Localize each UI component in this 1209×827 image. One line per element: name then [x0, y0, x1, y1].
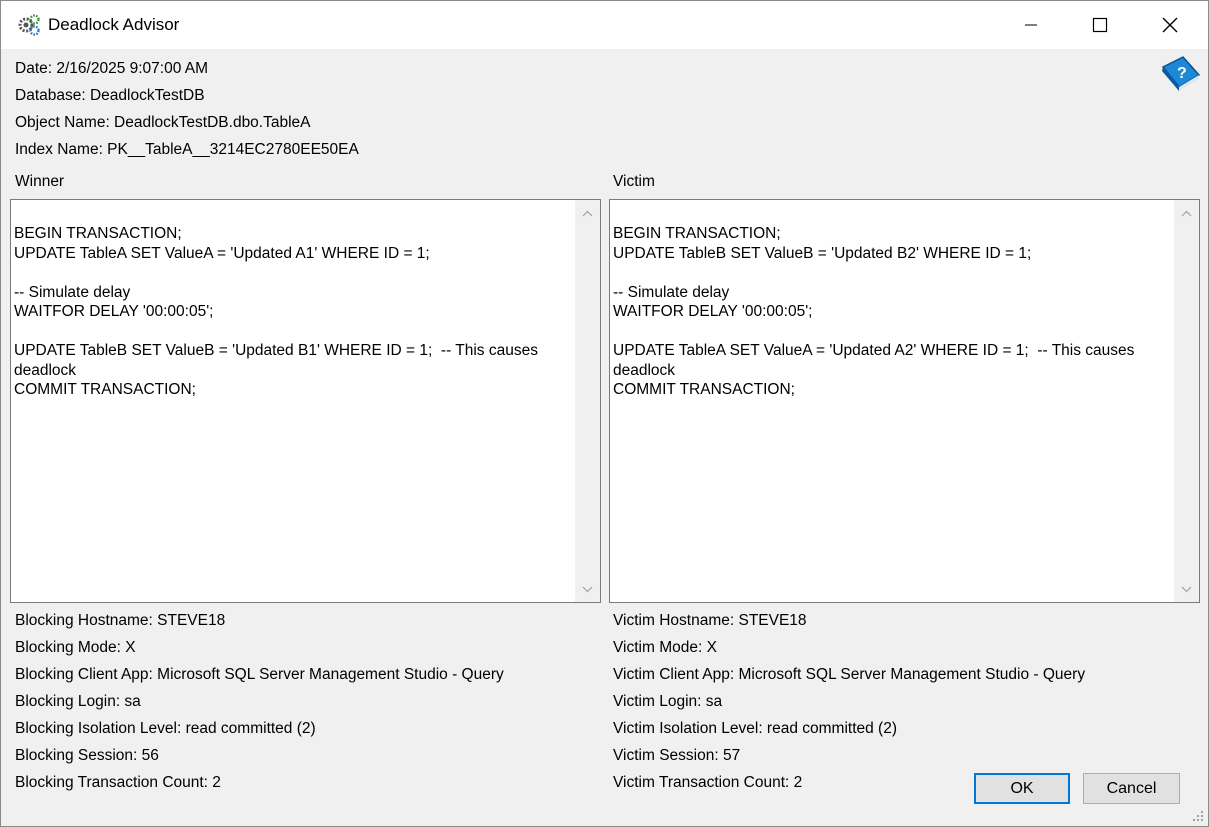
victim-session-label: Victim Session: 57 — [613, 747, 741, 764]
blocking-client-app-label: Blocking Client App: Microsoft SQL Serve… — [15, 666, 504, 683]
index-name-label: Index Name: PK__TableA__3214EC2780EE50EA — [15, 141, 359, 158]
victim-heading: Victim — [613, 173, 655, 190]
close-button[interactable] — [1135, 1, 1205, 49]
winner-sql-textbox[interactable]: BEGIN TRANSACTION; UPDATE TableA SET Val… — [10, 199, 601, 603]
title-bar[interactable]: Deadlock Advisor — [1, 1, 1208, 49]
winner-sql-text[interactable]: BEGIN TRANSACTION; UPDATE TableA SET Val… — [14, 224, 574, 400]
maximize-button[interactable] — [1065, 1, 1135, 49]
minimize-icon — [1025, 24, 1037, 26]
close-icon — [1162, 17, 1178, 33]
victim-sql-textbox[interactable]: BEGIN TRANSACTION; UPDATE TableB SET Val… — [609, 199, 1200, 603]
svg-text:?: ? — [1177, 65, 1187, 82]
victim-sql-text[interactable]: BEGIN TRANSACTION; UPDATE TableB SET Val… — [613, 224, 1173, 400]
victim-scrollbar[interactable] — [1174, 200, 1199, 602]
blocking-isolation-label: Blocking Isolation Level: read committed… — [15, 720, 316, 737]
resize-grip-icon[interactable] — [1189, 807, 1205, 823]
minimize-button[interactable] — [996, 1, 1066, 49]
database-label: Database: DeadlockTestDB — [15, 87, 205, 104]
help-book-icon[interactable]: ? — [1159, 53, 1201, 93]
scroll-up-arrow-icon[interactable] — [1174, 202, 1199, 224]
victim-mode-label: Victim Mode: X — [613, 639, 717, 656]
victim-client-app-label: Victim Client App: Microsoft SQL Server … — [613, 666, 1086, 683]
window-title: Deadlock Advisor — [48, 15, 180, 34]
blocking-mode-label: Blocking Mode: X — [15, 639, 136, 656]
scroll-down-arrow-icon[interactable] — [575, 578, 600, 600]
date-label: Date: 2/16/2025 9:07:00 AM — [15, 60, 209, 77]
deadlock-advisor-window: Deadlock Advisor ? Date: 2/16/2025 9:07:… — [0, 0, 1209, 827]
scroll-down-arrow-icon[interactable] — [1174, 578, 1199, 600]
blocking-transaction-count-label: Blocking Transaction Count: 2 — [15, 774, 221, 791]
ok-button[interactable]: OK — [974, 773, 1070, 804]
victim-hostname-label: Victim Hostname: STEVE18 — [613, 612, 807, 629]
maximize-icon — [1092, 17, 1108, 33]
victim-transaction-count-label: Victim Transaction Count: 2 — [613, 774, 803, 791]
winner-scrollbar[interactable] — [575, 200, 600, 602]
scroll-up-arrow-icon[interactable] — [575, 202, 600, 224]
blocking-login-label: Blocking Login: sa — [15, 693, 141, 710]
object-name-label: Object Name: DeadlockTestDB.dbo.TableA — [15, 114, 311, 131]
gear-cluster-icon — [18, 14, 40, 36]
victim-isolation-label: Victim Isolation Level: read committed (… — [613, 720, 897, 737]
cancel-button[interactable]: Cancel — [1083, 773, 1180, 804]
blocking-session-label: Blocking Session: 56 — [15, 747, 159, 764]
victim-login-label: Victim Login: sa — [613, 693, 723, 710]
winner-heading: Winner — [15, 173, 65, 190]
blocking-hostname-label: Blocking Hostname: STEVE18 — [15, 612, 226, 629]
